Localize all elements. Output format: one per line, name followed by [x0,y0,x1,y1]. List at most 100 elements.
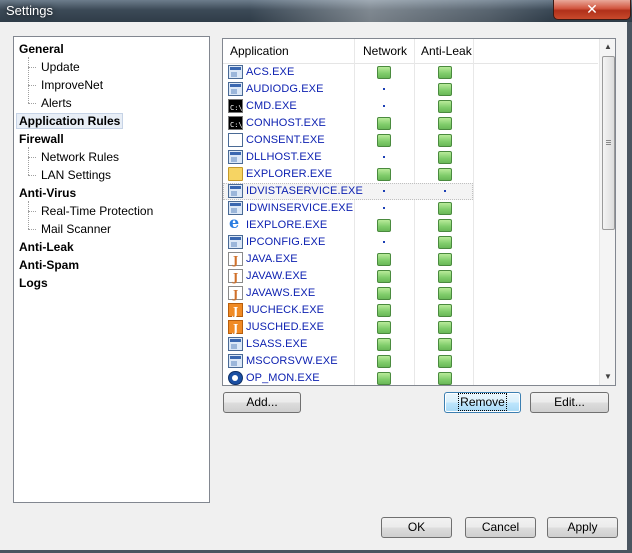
vertical-scrollbar[interactable]: ▲ ▼ [599,39,615,385]
add-button[interactable]: Add... [223,392,301,413]
antileak-unset-icon[interactable] [444,190,446,192]
network-unset-icon[interactable] [383,207,385,209]
nav-item-anti-leak[interactable]: Anti-Leak [19,238,74,256]
nav-item-network-rules[interactable]: Network Rules [38,148,119,166]
nav-item-label: ImproveNet [41,78,104,92]
table-row[interactable]: CMD.EXE [223,98,598,117]
cancel-button[interactable]: Cancel [465,517,536,538]
antileak-allow-icon[interactable] [438,202,452,215]
nav-item-anti-spam[interactable]: Anti-Spam [19,256,79,274]
ok-button[interactable]: OK [381,517,452,538]
table-row[interactable]: MSCORSVW.EXE [223,353,598,370]
table-row[interactable]: CONSENT.EXE [223,132,598,149]
nav-item-anti-virus[interactable]: Anti-Virus [19,184,76,202]
nav-item-label: General [19,42,64,56]
network-allow-icon[interactable] [377,321,391,334]
scroll-down-arrow-icon[interactable]: ▼ [600,369,615,385]
network-unset-icon[interactable] [383,190,385,192]
network-allow-icon[interactable] [377,253,391,266]
close-icon: ✕ [586,1,598,17]
antileak-allow-icon[interactable] [438,83,452,96]
antileak-allow-icon[interactable] [438,151,452,164]
network-unset-icon[interactable] [383,88,385,90]
title-bar-glow [250,0,550,22]
scrollbar-thumb[interactable] [602,56,615,230]
network-allow-icon[interactable] [377,338,391,351]
nav-item-mail-scanner[interactable]: Mail Scanner [38,220,111,238]
nav-item-logs[interactable]: Logs [19,274,48,292]
network-allow-icon[interactable] [377,219,391,232]
column-header-network[interactable]: Network [363,39,407,63]
nav-item-label: Anti-Leak [19,240,74,254]
window-icon [228,184,243,198]
java-update-icon [228,303,243,320]
java-icon [228,286,243,303]
nav-item-update[interactable]: Update [38,58,80,76]
antileak-allow-icon[interactable] [438,66,452,79]
antileak-allow-icon[interactable] [438,270,452,283]
java-update-icon [228,320,243,337]
network-unset-icon[interactable] [383,156,385,158]
antileak-allow-icon[interactable] [438,219,452,232]
table-row[interactable]: JUSCHED.EXE [223,319,598,337]
antileak-allow-icon[interactable] [438,355,452,368]
antileak-allow-icon[interactable] [438,287,452,300]
antileak-allow-icon[interactable] [438,338,452,351]
table-row[interactable]: JAVAWS.EXE [223,285,598,303]
antileak-allow-icon[interactable] [438,100,452,113]
network-allow-icon[interactable] [377,168,391,181]
apply-button[interactable]: Apply [547,517,618,538]
column-header-application[interactable]: Application [230,39,289,63]
table-row[interactable]: JAVAW.EXE [223,268,598,286]
table-row[interactable]: IEXPLORE.EXE [223,214,598,234]
antileak-allow-icon[interactable] [438,304,452,317]
network-unset-icon[interactable] [383,241,385,243]
table-row[interactable]: OP_MON.EXE [223,370,598,385]
table-row[interactable]: CONHOST.EXE [223,115,598,134]
nav-item-improvenet[interactable]: ImproveNet [38,76,103,94]
nav-item-label: Logs [19,276,48,290]
remove-button[interactable]: Remove [444,392,521,413]
table-row[interactable]: JUCHECK.EXE [223,302,598,320]
nav-item-general[interactable]: General [19,40,64,58]
table-row[interactable]: DLLHOST.EXE [223,149,598,166]
network-allow-icon[interactable] [377,304,391,317]
table-row[interactable]: IDVISTASERVICE.EXE [223,183,473,200]
antileak-allow-icon[interactable] [438,321,452,334]
close-button[interactable]: ✕ [553,0,631,20]
column-header-antileak[interactable]: Anti-Leak [421,39,472,63]
antileak-allow-icon[interactable] [438,117,452,130]
antileak-allow-icon[interactable] [438,168,452,181]
network-allow-icon[interactable] [377,134,391,147]
edit-button[interactable]: Edit... [530,392,609,413]
nav-item-alerts[interactable]: Alerts [38,94,72,112]
network-allow-icon[interactable] [377,355,391,368]
antileak-allow-icon[interactable] [438,253,452,266]
table-row[interactable]: IDWINSERVICE.EXE [223,200,598,217]
network-allow-icon[interactable] [377,270,391,283]
nav-item-real-time-protection[interactable]: Real-Time Protection [38,202,153,220]
network-allow-icon[interactable] [377,117,391,130]
nav-item-application-rules[interactable]: Application Rules [16,112,124,130]
antileak-allow-icon[interactable] [438,236,452,249]
title-bar[interactable]: Settings ✕ [0,0,632,22]
console-icon [228,99,243,117]
network-allow-icon[interactable] [377,287,391,300]
nav-item-lan-settings[interactable]: LAN Settings [38,166,111,184]
scrollbar-grip [606,140,611,141]
table-row[interactable]: ACS.EXE [223,64,598,81]
network-unset-icon[interactable] [383,105,385,107]
network-allow-icon[interactable] [377,66,391,79]
antileak-allow-icon[interactable] [438,372,452,385]
table-row[interactable]: LSASS.EXE [223,336,598,353]
table-row[interactable]: EXPLORER.EXE [223,166,598,183]
antileak-allow-icon[interactable] [438,134,452,147]
nav-item-firewall[interactable]: Firewall [19,130,64,148]
network-allow-icon[interactable] [377,372,391,385]
scrollbar-grip [606,144,611,145]
scroll-up-arrow-icon[interactable]: ▲ [600,39,615,55]
table-row[interactable]: IPCONFIG.EXE [223,234,598,251]
application-name: ACS.EXE [246,66,295,78]
table-row[interactable]: JAVA.EXE [223,251,598,269]
table-row[interactable]: AUDIODG.EXE [223,81,598,98]
